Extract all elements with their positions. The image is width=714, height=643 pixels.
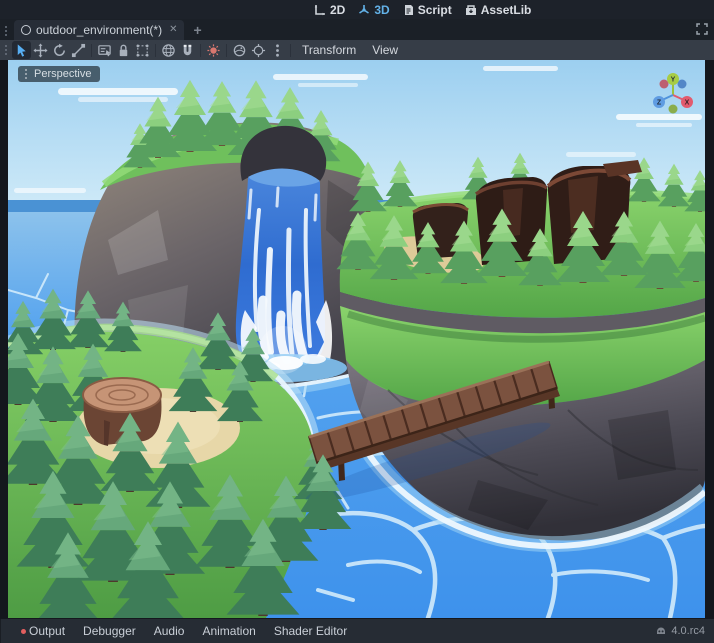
workspace-script-button[interactable]: Script bbox=[403, 3, 452, 17]
scene-tab-bar: outdoor_environment(*) ✕ + bbox=[0, 19, 714, 40]
gizmo-y-label: Y bbox=[671, 76, 676, 83]
expand-viewport-button[interactable] bbox=[695, 22, 709, 36]
rotate-tool-button[interactable] bbox=[50, 41, 69, 59]
transform-menu[interactable]: Transform bbox=[294, 41, 364, 59]
workspace-3d-label: 3D bbox=[374, 3, 389, 17]
output-button[interactable]: Output bbox=[13, 619, 73, 643]
gizmo-axes: Y X Z bbox=[653, 73, 693, 114]
list-select-icon bbox=[97, 43, 112, 58]
audio-label: Audio bbox=[154, 624, 185, 638]
gizmo-neg-y bbox=[669, 105, 678, 114]
bottom-panel-bar: Output Debugger Audio Animation Shader E… bbox=[0, 618, 714, 643]
scale-icon bbox=[71, 43, 86, 58]
debugger-label: Debugger bbox=[83, 624, 136, 638]
gizmo-neg-x bbox=[660, 80, 669, 89]
camera-options-icon bbox=[251, 43, 266, 58]
gizmo-x-label: X bbox=[685, 99, 690, 106]
gizmo-neg-z bbox=[678, 80, 687, 89]
preview-sun-icon bbox=[206, 43, 221, 58]
toolbar-drag-handle-icon[interactable] bbox=[0, 42, 12, 58]
camera-options-button[interactable] bbox=[249, 41, 268, 59]
add-scene-tab-button[interactable]: + bbox=[184, 20, 210, 40]
snap-toggle[interactable] bbox=[178, 41, 197, 59]
animation-button[interactable]: Animation bbox=[194, 619, 263, 643]
tab-close-icon[interactable]: ✕ bbox=[167, 25, 177, 35]
more-options-button[interactable] bbox=[268, 41, 287, 59]
scene-tab[interactable]: outdoor_environment(*) ✕ bbox=[14, 20, 184, 40]
group-icon bbox=[135, 43, 150, 58]
workspace-script-label: Script bbox=[418, 3, 452, 17]
group-selected-button[interactable] bbox=[133, 41, 152, 59]
snap-magnet-icon bbox=[180, 43, 195, 58]
assetlib-icon bbox=[465, 4, 477, 16]
perspective-handle-icon bbox=[23, 68, 29, 80]
move-tool-button[interactable] bbox=[31, 41, 50, 59]
workspace-assetlib-button[interactable]: AssetLib bbox=[465, 3, 532, 17]
scene-render bbox=[8, 60, 705, 618]
gizmo-z-label: Z bbox=[657, 99, 662, 106]
local-space-toggle[interactable] bbox=[159, 41, 178, 59]
local-space-icon bbox=[161, 43, 176, 58]
script-icon bbox=[403, 4, 414, 16]
perspective-button[interactable]: Perspective bbox=[18, 66, 100, 82]
2d-icon bbox=[314, 4, 326, 16]
3d-viewport[interactable]: Perspective Y X Z bbox=[8, 60, 705, 618]
move-icon bbox=[33, 43, 48, 58]
workspace-3d-button[interactable]: 3D bbox=[358, 3, 389, 17]
more-options-icon bbox=[270, 43, 285, 58]
select-cursor-icon bbox=[14, 43, 29, 58]
3d-icon bbox=[358, 4, 370, 16]
version-info: 4.0.rc4 bbox=[656, 619, 705, 643]
expand-icon bbox=[696, 23, 708, 35]
workspace-switcher-bar: 2D 3D Script AssetLib bbox=[0, 0, 714, 19]
animation-label: Animation bbox=[202, 624, 255, 638]
output-label: Output bbox=[29, 624, 65, 638]
workspace-assetlib-label: AssetLib bbox=[481, 3, 532, 17]
view-menu[interactable]: View bbox=[364, 41, 406, 59]
godot-editor: 2D 3D Script AssetLib outdoor_environmen… bbox=[0, 0, 714, 642]
preview-sun-toggle[interactable] bbox=[204, 41, 223, 59]
godot-version-icon bbox=[656, 626, 666, 636]
right-island bbox=[336, 153, 705, 546]
shader-editor-label: Shader Editor bbox=[274, 624, 347, 638]
scale-tool-button[interactable] bbox=[69, 41, 88, 59]
scene-tab-label: outdoor_environment(*) bbox=[36, 23, 162, 37]
scene-icon bbox=[21, 25, 31, 35]
version-label: 4.0.rc4 bbox=[671, 625, 705, 637]
lock-icon bbox=[116, 43, 131, 58]
workspace-switcher: 2D 3D Script AssetLib bbox=[314, 0, 531, 19]
workspace-2d-button[interactable]: 2D bbox=[314, 3, 345, 17]
list-select-tool-button[interactable] bbox=[95, 41, 114, 59]
shader-editor-button[interactable]: Shader Editor bbox=[266, 619, 355, 643]
projection-label: Perspective bbox=[34, 68, 91, 80]
workspace-2d-label: 2D bbox=[330, 3, 345, 17]
audio-button[interactable]: Audio bbox=[146, 619, 193, 643]
select-tool-button[interactable] bbox=[12, 41, 31, 59]
preview-environment-icon bbox=[232, 43, 247, 58]
debugger-button[interactable]: Debugger bbox=[75, 619, 144, 643]
lock-selected-button[interactable] bbox=[114, 41, 133, 59]
unread-output-dot bbox=[21, 629, 26, 634]
preview-environment-toggle[interactable] bbox=[230, 41, 249, 59]
tab-drag-handle-icon[interactable] bbox=[0, 22, 12, 40]
rotate-icon bbox=[52, 43, 67, 58]
spatial-toolbar: Transform View bbox=[0, 40, 714, 60]
orientation-gizmo[interactable]: Y X Z bbox=[651, 70, 695, 116]
